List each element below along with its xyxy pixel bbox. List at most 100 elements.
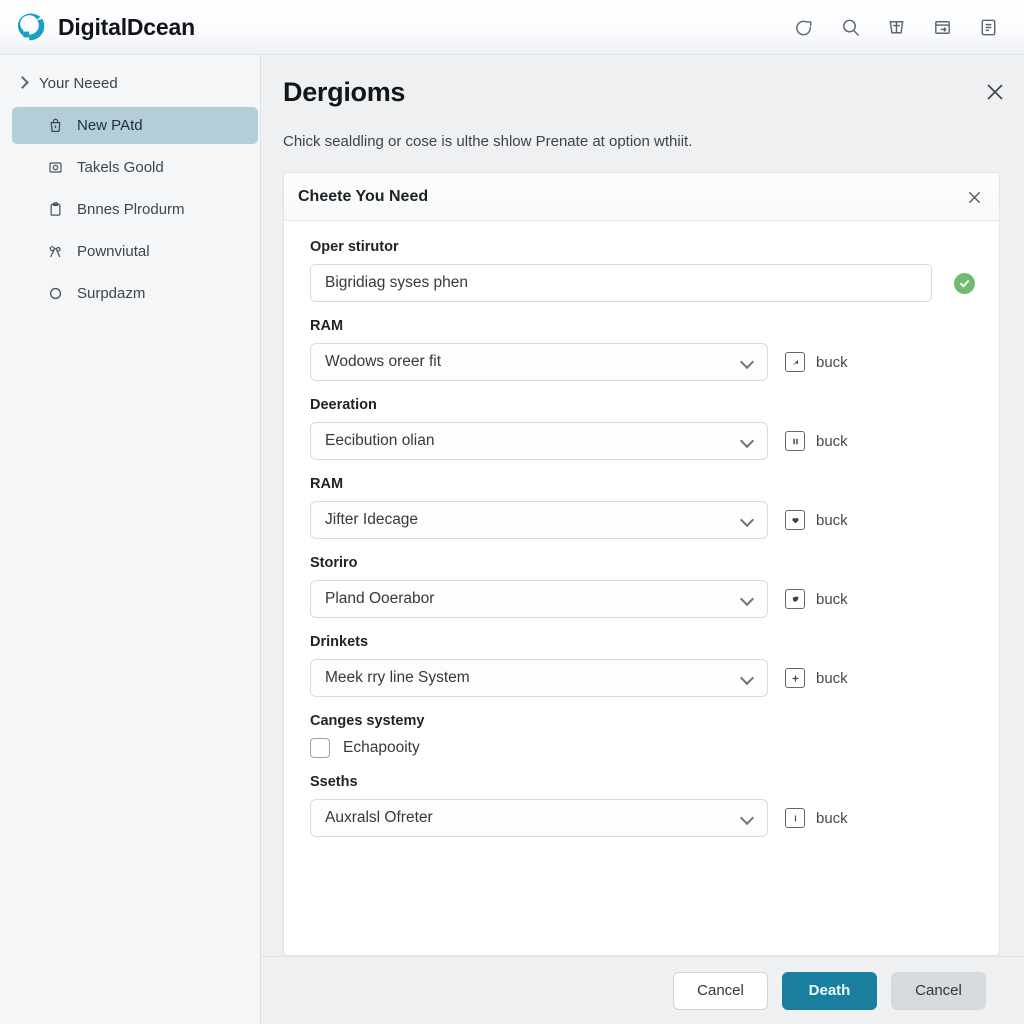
- row-note-label: buck: [816, 511, 848, 529]
- field-row: Bigridiag syses phen: [310, 264, 975, 302]
- panel-subtitle: Chick sealdling or cose is ulthe shlow P…: [283, 133, 693, 150]
- field-label: Canges systemy: [310, 713, 425, 729]
- search-icon[interactable]: [838, 15, 862, 39]
- row-note-label: buck: [816, 590, 848, 608]
- plus-square-icon: [785, 668, 805, 688]
- card-body: Oper stirutor Bigridiag syses phen RAM W…: [284, 221, 999, 955]
- select-value: Wodows oreer fit: [325, 353, 442, 370]
- sidebar-item-pownviutal[interactable]: Pownviutal: [12, 233, 258, 270]
- deeration-select[interactable]: Eecibution olian: [310, 422, 768, 460]
- card-list-icon[interactable]: [976, 15, 1000, 39]
- field-row: Meek rry line System buck: [310, 659, 975, 697]
- pause-square-icon: [785, 431, 805, 451]
- bag-icon: [46, 117, 64, 135]
- row-note[interactable]: buck: [785, 808, 848, 828]
- field-oper-stirutor: Oper stirutor Bigridiag syses phen: [310, 239, 975, 302]
- row-note-label: buck: [816, 353, 848, 371]
- footer-action-bar: Cancel Death Cancel: [261, 956, 1024, 1024]
- storiro-select[interactable]: Pland Ooerabor: [310, 580, 768, 618]
- field-label: Deeration: [310, 397, 377, 413]
- chevron-down-icon: [740, 592, 755, 607]
- secondary-cancel-button[interactable]: Cancel: [891, 971, 986, 1010]
- ram-2-select[interactable]: Jifter Idecage: [310, 501, 768, 539]
- field-label: RAM: [310, 318, 344, 334]
- select-value: Jifter Idecage: [325, 511, 419, 528]
- cancel-button[interactable]: Cancel: [673, 971, 768, 1010]
- cart-icon[interactable]: [884, 15, 908, 39]
- pointer-square-icon: [785, 352, 805, 372]
- field-canges-systemy: Canges systemy Echapooity: [310, 713, 975, 758]
- sidebar-item-label: Pownviutal: [77, 243, 150, 260]
- info-square-icon: [785, 808, 805, 828]
- chevron-down-icon: [740, 355, 755, 370]
- row-note[interactable]: buck: [785, 431, 848, 451]
- select-value: Pland Ooerabor: [325, 590, 435, 607]
- sidebar-item-label: New PAtd: [77, 117, 143, 134]
- field-ram-2: RAM Jifter Idecage buck: [310, 476, 975, 539]
- sidebar-item-label: Takels Goold: [77, 159, 164, 176]
- chevron-down-icon: [740, 513, 755, 528]
- echapooity-checkbox[interactable]: [310, 738, 330, 758]
- select-value: Meek rry line System: [325, 669, 470, 686]
- topbar-icon-group: [792, 15, 1004, 39]
- body-split: Your Neeed New PAtd Takels Goold Bnnes P…: [0, 55, 1024, 1024]
- death-button[interactable]: Death: [782, 971, 877, 1010]
- select-value: Eecibution olian: [325, 432, 435, 449]
- chevron-down-icon: [740, 434, 755, 449]
- card-wrapper: Cheete You Need Oper stirutor Bigridiag …: [261, 150, 1024, 956]
- field-label: Sseths: [310, 774, 358, 790]
- app-root: DigitalDcean Your Neeed New PAtd Takels …: [0, 0, 1024, 1024]
- card-header: Cheete You Need: [284, 173, 999, 221]
- brand-name: DigitalDcean: [58, 13, 195, 40]
- field-label: Drinkets: [310, 634, 369, 650]
- ram-1-select[interactable]: Wodows oreer fit: [310, 343, 768, 381]
- checkbox-row[interactable]: Echapooity: [310, 738, 975, 758]
- row-note-label: buck: [816, 809, 848, 827]
- leaf-square-icon: [785, 589, 805, 609]
- field-deeration: Deeration Eecibution olian buck: [310, 397, 975, 460]
- row-note[interactable]: buck: [785, 352, 848, 372]
- field-drinkets: Drinkets Meek rry line System buck: [310, 634, 975, 697]
- sidebar-section-header[interactable]: Your Neeed: [0, 67, 260, 102]
- field-sseths: Sseths Auxralsl Ofreter buck: [310, 774, 975, 837]
- select-value: Auxralsl Ofreter: [325, 809, 433, 826]
- network-icon: [46, 243, 64, 261]
- settings-card: Cheete You Need Oper stirutor Bigridiag …: [283, 172, 1000, 956]
- heart-square-icon: [785, 510, 805, 530]
- row-note-label: buck: [816, 432, 848, 450]
- logout-icon[interactable]: [792, 15, 816, 39]
- field-row: Wodows oreer fit buck: [310, 343, 975, 381]
- row-note-label: buck: [816, 669, 848, 687]
- field-row: Pland Ooerabor buck: [310, 580, 975, 618]
- close-icon[interactable]: [963, 186, 985, 208]
- document-share-icon[interactable]: [930, 15, 954, 39]
- sidebar-item-label: Surpdazm: [77, 285, 146, 302]
- panel-header: Dergioms Chick sealdling or cose is ulth…: [261, 55, 1024, 150]
- clipboard-icon: [46, 201, 64, 219]
- page-title: Dergioms: [283, 77, 406, 107]
- chevron-down-icon: [740, 671, 755, 686]
- close-icon[interactable]: [980, 77, 1010, 107]
- card-title: Cheete You Need: [298, 187, 429, 205]
- sidebar-item-surpdazm[interactable]: Surpdazm: [12, 275, 258, 312]
- row-note[interactable]: buck: [785, 510, 848, 530]
- brand[interactable]: DigitalDcean: [14, 10, 195, 44]
- field-ram-1: RAM Wodows oreer fit buck: [310, 318, 975, 381]
- chevron-right-icon: [16, 77, 29, 90]
- input-value: Bigridiag syses phen: [325, 274, 469, 291]
- row-note[interactable]: buck: [785, 589, 848, 609]
- row-note[interactable]: buck: [785, 668, 848, 688]
- oper-stirutor-input[interactable]: Bigridiag syses phen: [310, 264, 932, 302]
- drinkets-select[interactable]: Meek rry line System: [310, 659, 768, 697]
- checkbox-label: Echapooity: [343, 739, 420, 756]
- field-label: Storiro: [310, 555, 358, 571]
- sidebar-item-takels-goold[interactable]: Takels Goold: [12, 149, 258, 186]
- sidebar-item-new-patd[interactable]: New PAtd: [12, 107, 258, 144]
- droplet-logo-icon: [14, 10, 48, 44]
- field-storiro: Storiro Pland Ooerabor buck: [310, 555, 975, 618]
- field-row: Jifter Idecage buck: [310, 501, 975, 539]
- sidebar-item-bnnes-plrodurm[interactable]: Bnnes Plrodurm: [12, 191, 258, 228]
- sseths-select[interactable]: Auxralsl Ofreter: [310, 799, 768, 837]
- field-row: Eecibution olian buck: [310, 422, 975, 460]
- circle-icon: [46, 285, 64, 303]
